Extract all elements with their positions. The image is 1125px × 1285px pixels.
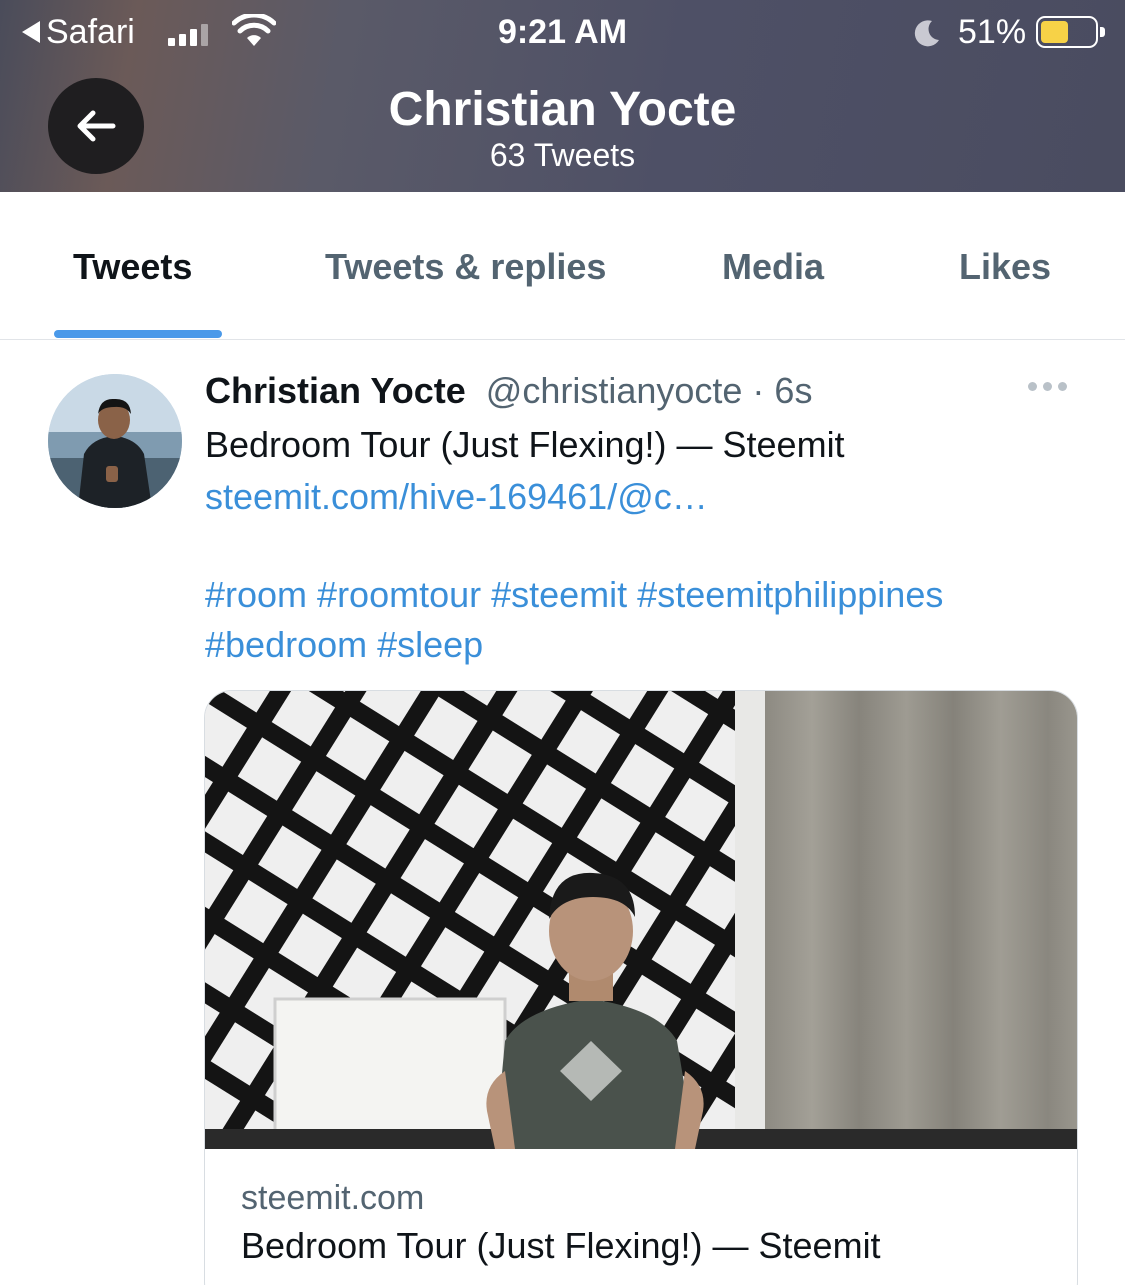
meta-separator: · bbox=[742, 370, 775, 411]
battery-fill bbox=[1041, 21, 1068, 43]
profile-header: Safari 9:21 AM 51% Christian Yocte 63 Tw… bbox=[0, 0, 1125, 192]
card-domain: steemit.com bbox=[241, 1179, 425, 1217]
link-preview-card[interactable]: steemit.com Bedroom Tour (Just Flexing!)… bbox=[204, 690, 1078, 1285]
hashtags-line-1[interactable]: #room #roomtour #steemit #steemitphilipp… bbox=[205, 570, 943, 620]
avatar[interactable] bbox=[48, 374, 182, 508]
status-time: 9:21 AM bbox=[497, 13, 628, 51]
tweet-count: 63 Tweets bbox=[489, 137, 636, 173]
status-bar: Safari 9:21 AM 51% bbox=[0, 0, 1125, 64]
avatar-photo bbox=[48, 374, 182, 508]
tab-tweets[interactable]: Tweets bbox=[73, 246, 192, 288]
tweet-link[interactable]: steemit.com/hive-169461/@c… bbox=[205, 472, 708, 522]
battery-icon bbox=[1036, 16, 1105, 48]
hashtags-line-2[interactable]: #bedroom #sleep bbox=[205, 620, 483, 670]
profile-name: Christian Yocte bbox=[388, 83, 737, 136]
active-tab-indicator bbox=[54, 330, 222, 338]
profile-tabs: Tweets Tweets & replies Media Likes bbox=[0, 192, 1125, 340]
moon-icon bbox=[914, 20, 939, 47]
tweet-time[interactable]: 6s bbox=[774, 370, 812, 411]
card-image bbox=[205, 691, 1077, 1149]
tweet-header: Christian Yocte @christianyocte · 6s bbox=[205, 368, 812, 414]
author-handle[interactable]: @christianyocte bbox=[476, 370, 743, 411]
tweet-text: Bedroom Tour (Just Flexing!) — Steemit bbox=[205, 424, 845, 465]
tab-tweets-replies[interactable]: Tweets & replies bbox=[325, 246, 606, 288]
tab-likes[interactable]: Likes bbox=[959, 246, 1051, 288]
battery-percent: 51% bbox=[958, 13, 1027, 51]
card-title: Bedroom Tour (Just Flexing!) — Steemit bbox=[241, 1225, 881, 1266]
author-name[interactable]: Christian Yocte bbox=[205, 370, 466, 411]
tab-media[interactable]: Media bbox=[722, 246, 824, 288]
more-dots-icon[interactable] bbox=[1028, 382, 1067, 391]
